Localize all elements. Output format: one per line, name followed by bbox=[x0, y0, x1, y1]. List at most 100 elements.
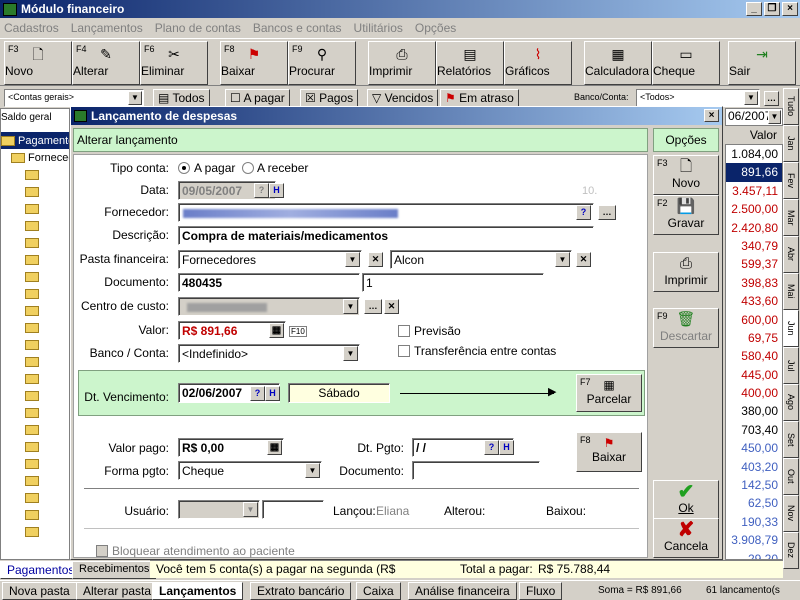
radio-areceber[interactable] bbox=[242, 162, 254, 174]
tree-fornecedores[interactable]: Fornecedores bbox=[1, 149, 69, 166]
fornecedor-help-button[interactable]: ? bbox=[576, 205, 591, 220]
tree-folder-item[interactable] bbox=[1, 404, 69, 421]
chevron-down-icon[interactable]: ▼ bbox=[744, 91, 758, 105]
month-tab[interactable]: Nov bbox=[783, 495, 799, 532]
chevron-down-icon[interactable]: ▼ bbox=[128, 91, 142, 105]
tree-folder-item[interactable] bbox=[1, 472, 69, 489]
tree-root-pagamentos[interactable]: Pagamentos bbox=[1, 132, 69, 149]
documento2-field[interactable]: 1 bbox=[362, 273, 544, 292]
contas-select[interactable]: <Contas gerais> ▼ bbox=[4, 89, 144, 107]
tree-folder-item[interactable] bbox=[1, 183, 69, 200]
parcelar-button[interactable]: F7 ▦ Parcelar bbox=[576, 374, 642, 412]
valor-column-header[interactable]: Valor bbox=[725, 126, 783, 144]
transferencia-checkbox[interactable] bbox=[398, 345, 410, 357]
alterar-button[interactable]: F4 ✎ Alterar bbox=[72, 41, 140, 85]
filter-todos[interactable]: ▤ Todos bbox=[153, 89, 210, 107]
valor-field[interactable]: R$ 891,66 ▦ bbox=[178, 321, 286, 340]
calculator-icon[interactable]: ▦ bbox=[269, 323, 284, 338]
tree-folder-item[interactable] bbox=[1, 268, 69, 285]
menu-opcoes[interactable]: Opções bbox=[415, 21, 456, 35]
tree-folder-item[interactable] bbox=[1, 353, 69, 370]
chevron-down-icon[interactable]: ▼ bbox=[343, 346, 358, 361]
menu-plano-contas[interactable]: Plano de contas bbox=[155, 21, 241, 35]
baixar-button[interactable]: F8 ⚑ Baixar bbox=[220, 41, 288, 85]
radio-apagar[interactable] bbox=[178, 162, 190, 174]
value-row[interactable]: 599,37 bbox=[726, 255, 782, 273]
tree-folder-item[interactable] bbox=[1, 455, 69, 472]
value-row[interactable]: 3.908,79 bbox=[726, 531, 782, 549]
bloquear-checkbox[interactable] bbox=[96, 545, 108, 557]
value-row[interactable]: 69,75 bbox=[726, 329, 782, 347]
vencimento-today-button[interactable]: H bbox=[265, 386, 280, 401]
documento-pg-field[interactable] bbox=[412, 461, 540, 480]
imprimir-button[interactable]: ⎙ Imprimir bbox=[368, 41, 436, 85]
date-today-button[interactable]: H bbox=[269, 183, 284, 198]
tree-folder-item[interactable] bbox=[1, 319, 69, 336]
chevron-down-icon[interactable]: ▼ bbox=[345, 252, 360, 267]
value-row[interactable]: 3.457,11 bbox=[726, 182, 782, 200]
month-tab[interactable]: Mai bbox=[783, 273, 799, 310]
tree-folder-item[interactable] bbox=[1, 387, 69, 404]
month-tab[interactable]: Jun bbox=[783, 310, 799, 347]
side-ok-button[interactable]: ✔ Ok bbox=[653, 480, 719, 520]
filter-vencidos[interactable]: ▽ Vencidos bbox=[367, 89, 439, 107]
dialog-close-button[interactable]: × bbox=[704, 109, 719, 122]
month-tab[interactable]: Jul bbox=[783, 347, 799, 384]
banco-select[interactable]: <Indefinido> ▼ bbox=[178, 344, 360, 363]
alterar-pasta-button[interactable]: Alterar pasta bbox=[76, 582, 159, 600]
menu-cadastros[interactable]: Cadastros bbox=[4, 21, 59, 35]
value-row[interactable]: 29,20 bbox=[726, 550, 782, 559]
documento-field[interactable]: 480435 bbox=[178, 273, 360, 292]
date-help-button[interactable]: ? bbox=[254, 183, 269, 198]
subtab-pagamentos[interactable]: Pagamentos bbox=[0, 561, 82, 579]
tree-folder-item[interactable] bbox=[1, 336, 69, 353]
filter-ematraso[interactable]: ⚑ Em atraso bbox=[440, 89, 519, 107]
value-row[interactable]: 445,00 bbox=[726, 366, 782, 384]
month-tab[interactable]: Tudo bbox=[783, 88, 799, 125]
banco-lookup-button[interactable]: … bbox=[764, 91, 779, 106]
tree-folder-item[interactable] bbox=[1, 285, 69, 302]
centro-lookup-button[interactable]: … bbox=[364, 299, 382, 314]
side-cancela-button[interactable]: ✘ Cancela bbox=[653, 518, 719, 558]
month-tab[interactable]: Mar bbox=[783, 199, 799, 236]
centro-select[interactable]: ▼ bbox=[178, 297, 360, 316]
chevron-down-icon[interactable]: ▼ bbox=[305, 463, 320, 478]
value-row[interactable]: 190,33 bbox=[726, 513, 782, 531]
tab-fluxo[interactable]: Fluxo bbox=[519, 582, 563, 600]
month-tab[interactable]: Abr bbox=[783, 236, 799, 273]
side-novo-button[interactable]: F3 🗋 Novo bbox=[653, 155, 719, 195]
pasta2-select[interactable]: Alcon ▼ bbox=[390, 250, 572, 269]
tree-folder-item[interactable] bbox=[1, 489, 69, 506]
tab-lancamentos[interactable]: Lançamentos bbox=[152, 582, 244, 600]
month-tab[interactable]: Jan bbox=[783, 125, 799, 162]
chevron-down-icon[interactable]: ▼ bbox=[243, 502, 258, 517]
tree-folder-item[interactable] bbox=[1, 217, 69, 234]
side-descartar-button[interactable]: F9 🗑 Descartar bbox=[653, 308, 719, 348]
side-imprimir-button[interactable]: ⎙ Imprimir bbox=[653, 252, 719, 292]
relatorios-button[interactable]: ▤ Relatórios bbox=[436, 41, 504, 85]
restore-button[interactable]: ❐ bbox=[764, 2, 780, 16]
filter-apagar[interactable]: ☐ A pagar bbox=[225, 89, 290, 107]
descricao-field[interactable]: Compra de materiais/medicamentos bbox=[178, 226, 594, 245]
nova-pasta-button[interactable]: Nova pasta bbox=[2, 582, 77, 600]
month-tab[interactable]: Ago bbox=[783, 384, 799, 421]
value-row[interactable]: 2.420,80 bbox=[726, 219, 782, 237]
menu-bancos-contas[interactable]: Bancos e contas bbox=[253, 21, 342, 35]
valorpago-field[interactable]: R$ 0,00 ▦ bbox=[178, 438, 284, 457]
dtpgto-help-button[interactable]: ? bbox=[484, 440, 499, 455]
centro-clear-button[interactable]: ✕ bbox=[384, 299, 399, 314]
value-row[interactable]: 398,83 bbox=[726, 274, 782, 292]
baixar-dialog-button[interactable]: F8 ⚑ Baixar bbox=[576, 432, 642, 472]
value-row[interactable]: 142,50 bbox=[726, 476, 782, 494]
month-tab[interactable]: Dez bbox=[783, 532, 799, 569]
tree-folder-item[interactable] bbox=[1, 251, 69, 268]
procurar-button[interactable]: F9 ⚲ Procurar bbox=[288, 41, 356, 85]
month-tab[interactable]: Set bbox=[783, 421, 799, 458]
pasta-clear-button[interactable]: ✕ bbox=[368, 252, 383, 267]
tree-folder-item[interactable] bbox=[1, 438, 69, 455]
value-row[interactable]: 433,60 bbox=[726, 292, 782, 310]
novo-button[interactable]: F3 🗋 Novo bbox=[4, 41, 72, 85]
tab-extrato-bancario[interactable]: Extrato bancário bbox=[250, 582, 352, 600]
value-row[interactable]: 400,00 bbox=[726, 384, 782, 402]
tree-folder-item[interactable] bbox=[1, 506, 69, 523]
